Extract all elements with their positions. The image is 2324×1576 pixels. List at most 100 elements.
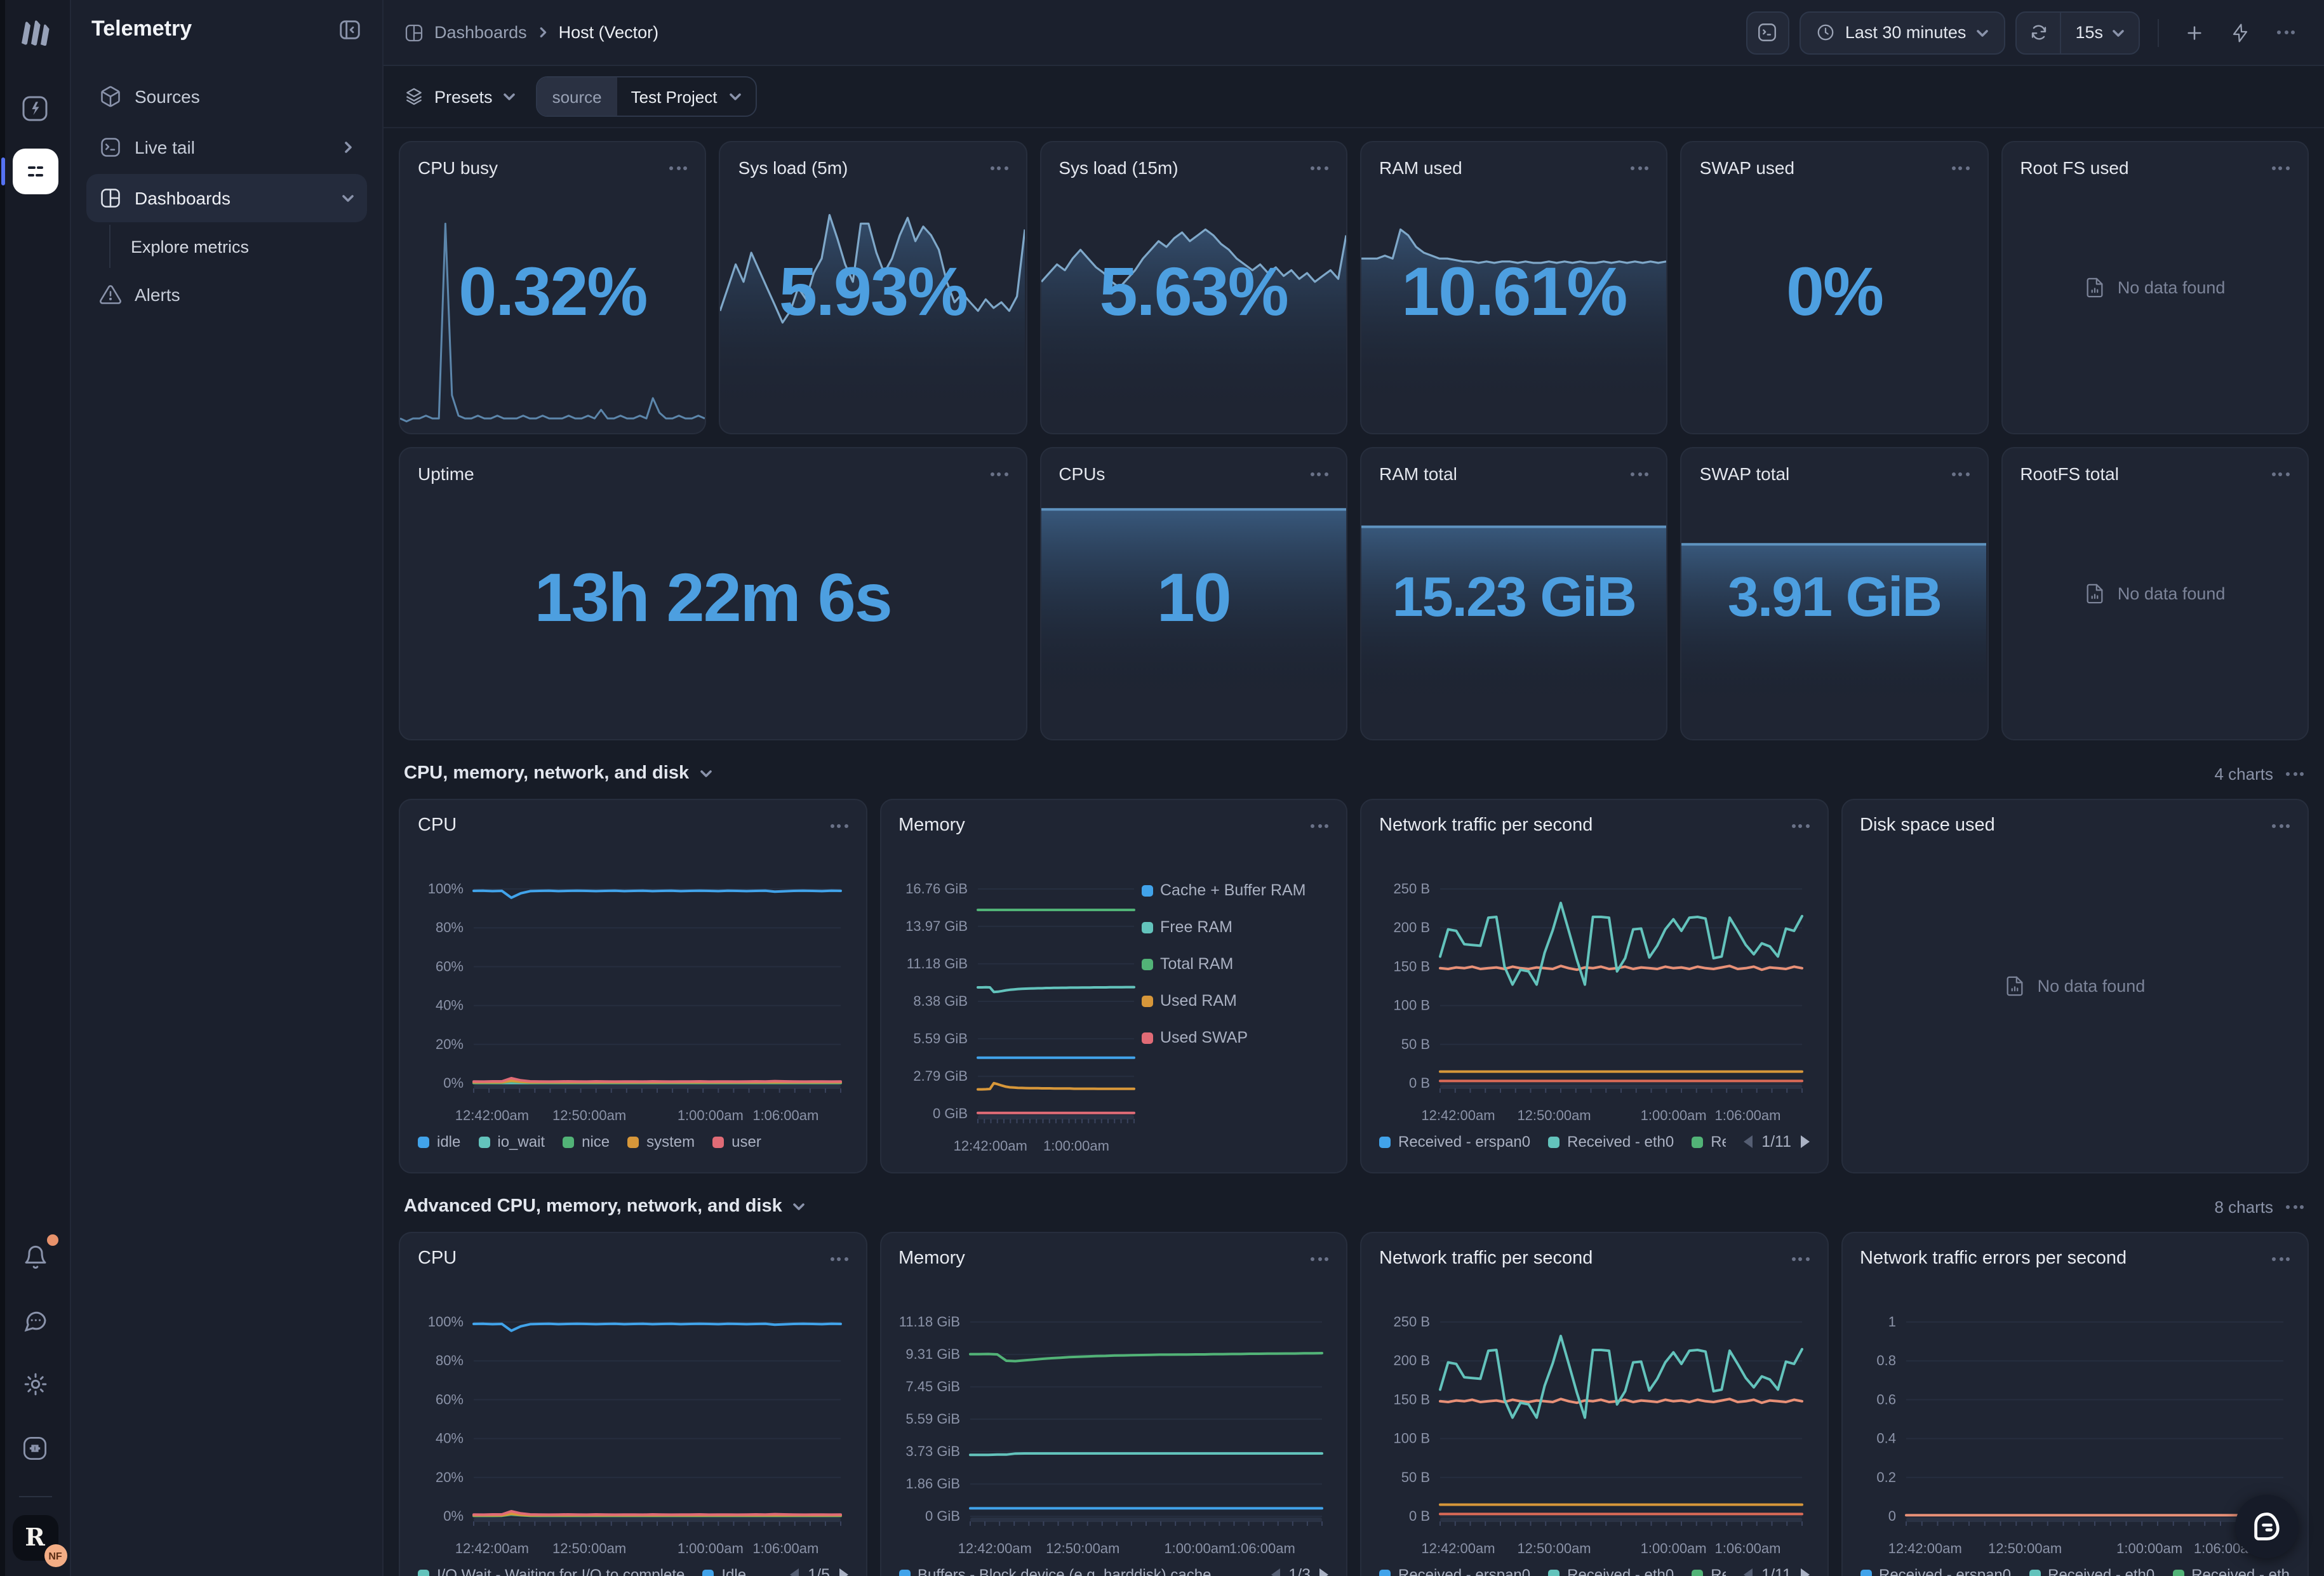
pager-next-icon[interactable] <box>1319 1568 1328 1576</box>
legend-item[interactable]: io_wait <box>478 1133 545 1151</box>
stat-card-ram-used[interactable]: RAM used 10.61% <box>1360 141 1668 434</box>
sidebar-item-live-tail[interactable]: Live tail <box>86 123 367 171</box>
user-avatar[interactable]: R NF <box>12 1515 58 1561</box>
errors-chart-plot[interactable]: 00.20.40.60.8112:42:00am12:50:00am1:00:0… <box>1860 1271 2290 1559</box>
legend-item[interactable]: Buffers - Block device (e.g. harddisk) c… <box>898 1566 1211 1576</box>
chart-card-advanced-network[interactable]: Network traffic per second 0 B50 B100 B1… <box>1360 1232 1828 1576</box>
card-menu-icon[interactable] <box>1951 467 1969 481</box>
stat-card-cpu-busy[interactable]: CPU busy 0.32% <box>399 141 707 434</box>
section-menu-icon[interactable] <box>2286 1199 2304 1213</box>
legend-item[interactable]: Total RAM <box>1141 955 1328 973</box>
legend-item[interactable]: Received - erspan0 <box>1379 1133 1530 1151</box>
sidebar-collapse-icon[interactable] <box>338 17 362 41</box>
legend-item[interactable]: idle <box>418 1133 460 1151</box>
refresh-icon[interactable] <box>2017 12 2061 53</box>
feedback-chat-icon[interactable] <box>12 1298 58 1344</box>
legend-item[interactable]: Free RAM <box>1141 918 1328 936</box>
card-menu-icon[interactable] <box>1951 161 1969 175</box>
memory-chart-plot[interactable]: 0 GiB1.86 GiB3.73 GiB5.59 GiB7.45 GiB9.3… <box>898 1271 1328 1559</box>
legend-item[interactable]: Used SWAP <box>1141 1029 1328 1046</box>
network-chart-plot[interactable]: 0 B50 B100 B150 B200 B250 B12:42:00am12:… <box>1379 1271 1809 1559</box>
card-menu-icon[interactable] <box>990 161 1008 175</box>
network-chart-plot[interactable]: 0 B50 B100 B150 B200 B250 B12:42:00am12:… <box>1379 838 1809 1126</box>
stat-card-uptime[interactable]: Uptime 13h 22m 6s <box>399 447 1027 740</box>
legend-item[interactable]: Cache + Buffer RAM <box>1141 881 1328 899</box>
legend-item[interactable]: Received - eth1 <box>1692 1133 1726 1151</box>
legend-item[interactable]: I/O Wait - Waiting for I/O to complete <box>418 1566 685 1576</box>
card-menu-icon[interactable] <box>830 818 848 832</box>
card-menu-icon[interactable] <box>1311 467 1328 481</box>
legend-item[interactable]: Received - eth0 <box>1548 1566 1674 1576</box>
section-toggle[interactable]: Advanced CPU, memory, network, and disk <box>404 1196 805 1217</box>
cpu-chart-plot[interactable]: 0%20%40%60%80%100%12:42:00am12:50:00am1:… <box>418 1271 848 1559</box>
legend-item[interactable]: Received - eth1 <box>1692 1566 1726 1576</box>
stat-card-rootfs-total[interactable]: RootFS total No data found <box>2001 447 2309 740</box>
chart-card-cpu[interactable]: CPU 0%20%40%60%80%100%12:42:00am12:50:00… <box>399 799 867 1173</box>
card-menu-icon[interactable] <box>1791 1252 1809 1265</box>
chart-card-advanced-cpu[interactable]: CPU 0%20%40%60%80%100%12:42:00am12:50:00… <box>399 1232 867 1576</box>
refresh-control[interactable]: 15s <box>2015 11 2140 54</box>
section-menu-icon[interactable] <box>2286 766 2304 780</box>
pager-next-icon[interactable] <box>1800 1135 1809 1148</box>
legend-item[interactable]: Received - erspan0 <box>1860 1566 2011 1576</box>
legend-item[interactable]: user <box>712 1133 761 1151</box>
more-menu-button[interactable] <box>2268 15 2304 50</box>
support-chat-button[interactable] <box>2235 1495 2299 1558</box>
add-panel-button[interactable] <box>2177 15 2212 50</box>
sidebar-item-sources[interactable]: Sources <box>86 72 367 121</box>
legend-item[interactable]: Received - eth0 <box>1548 1133 1674 1151</box>
notifications-bell-icon[interactable] <box>12 1234 58 1280</box>
sidebar-item-alerts[interactable]: Alerts <box>86 270 367 319</box>
legend-item[interactable]: system <box>627 1133 695 1151</box>
theme-brightness-icon[interactable] <box>12 1361 58 1407</box>
pager-prev-icon[interactable] <box>1271 1568 1279 1576</box>
chart-card-memory[interactable]: Memory 0 GiB2.79 GiB5.59 GiB8.38 GiB11.1… <box>879 799 1347 1173</box>
pager-prev-icon[interactable] <box>790 1568 799 1576</box>
stat-card-sys-load-5m[interactable]: Sys load (5m) 5.93% <box>719 141 1027 434</box>
stat-card-swap-total[interactable]: SWAP total 3.91 GiB <box>1681 447 1989 740</box>
sidebar-item-explore-metrics[interactable]: Explore metrics <box>109 225 367 268</box>
sidebar-item-dashboards[interactable]: Dashboards <box>86 174 367 222</box>
chart-card-disk-space[interactable]: Disk space used No data found <box>1841 799 2309 1173</box>
shortcuts-command-icon[interactable] <box>12 1425 58 1471</box>
chart-card-network-traffic[interactable]: Network traffic per second 0 B50 B100 B1… <box>1360 799 1828 1173</box>
pager-next-icon[interactable] <box>839 1568 848 1576</box>
card-menu-icon[interactable] <box>1631 467 1649 481</box>
presets-dropdown[interactable]: Presets <box>404 86 516 107</box>
stat-card-root-fs-used[interactable]: Root FS used No data found <box>2001 141 2309 434</box>
card-menu-icon[interactable] <box>1311 1252 1328 1265</box>
legend-item[interactable]: Received - erspan0 <box>1379 1566 1530 1576</box>
cpu-chart-plot[interactable]: 0%20%40%60%80%100%12:42:00am12:50:00am1:… <box>418 838 848 1126</box>
chart-card-advanced-memory[interactable]: Memory 0 GiB1.86 GiB3.73 GiB5.59 GiB7.45… <box>879 1232 1347 1576</box>
card-menu-icon[interactable] <box>2272 161 2290 175</box>
card-menu-icon[interactable] <box>1311 161 1328 175</box>
card-menu-icon[interactable] <box>2272 1252 2290 1265</box>
rail-item-quickstart[interactable] <box>12 85 58 131</box>
stat-card-sys-load-15m[interactable]: Sys load (15m) 5.63% <box>1039 141 1347 434</box>
stat-card-cpus[interactable]: CPUs 10 <box>1039 447 1347 740</box>
section-toggle[interactable]: CPU, memory, network, and disk <box>404 763 712 784</box>
refresh-interval-select[interactable]: 15s <box>2061 12 2139 53</box>
card-menu-icon[interactable] <box>1791 818 1809 832</box>
memory-chart-plot[interactable]: 0 GiB2.79 GiB5.59 GiB8.38 GiB11.18 GiB13… <box>898 838 1141 1157</box>
app-logo-icon[interactable] <box>18 18 51 52</box>
quick-actions-zap-button[interactable] <box>2222 15 2258 50</box>
console-panel-button[interactable] <box>1746 11 1789 54</box>
legend-item[interactable]: Received - eth1 <box>2172 1566 2290 1576</box>
stat-card-ram-total[interactable]: RAM total 15.23 GiB <box>1360 447 1668 740</box>
card-menu-icon[interactable] <box>1631 161 1649 175</box>
card-menu-icon[interactable] <box>830 1252 848 1265</box>
legend-item[interactable]: Received - eth0 <box>2029 1566 2154 1576</box>
source-filter[interactable]: source Test Project <box>536 76 757 117</box>
card-menu-icon[interactable] <box>2272 467 2290 481</box>
legend-item[interactable]: Idle <box>702 1566 746 1576</box>
pager-prev-icon[interactable] <box>1744 1568 1753 1576</box>
rail-item-telemetry[interactable] <box>12 149 58 194</box>
stat-card-swap-used[interactable]: SWAP used 0% <box>1681 141 1989 434</box>
pager-prev-icon[interactable] <box>1744 1135 1753 1148</box>
card-menu-icon[interactable] <box>990 467 1008 481</box>
pager-next-icon[interactable] <box>1800 1568 1809 1576</box>
card-menu-icon[interactable] <box>1311 818 1328 832</box>
legend-item[interactable]: Used RAM <box>1141 992 1328 1010</box>
card-menu-icon[interactable] <box>670 161 688 175</box>
